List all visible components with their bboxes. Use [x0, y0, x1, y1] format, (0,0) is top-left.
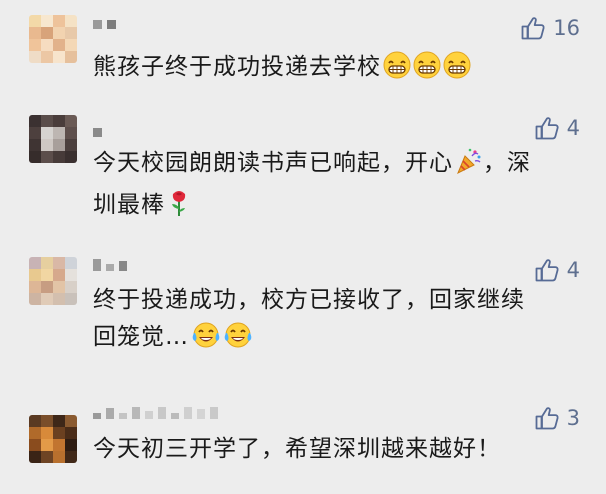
comment-text-line: 今天校园朗朗读书声已响起，开心 ，深 — [93, 145, 583, 187]
thumbs-up-icon — [535, 259, 559, 282]
comment-text-segment: ，深 — [483, 150, 531, 176]
comment-text: 熊孩子终于成功投递去学校 — [93, 49, 583, 91]
comment-text: 终于投递成功，校方已接收了，回家继续 回笼觉… — [93, 282, 583, 361]
comment-item: 3 今天初三开学了，希望深圳越来越好！ — [0, 405, 606, 475]
like-button[interactable]: 3 — [534, 405, 580, 431]
commenter-name — [93, 259, 127, 271]
comment-text-line: 圳最棒 — [93, 187, 583, 229]
comment-item: 4 今天校园朗朗读书声已响起，开心 ，深 圳最棒 — [0, 115, 606, 225]
comment-text-segment: 今天校园朗朗读书声已响起，开心 — [93, 150, 453, 176]
avatar[interactable] — [29, 15, 77, 63]
avatar[interactable] — [29, 115, 77, 163]
comment-item: 4 终于投递成功，校方已接收了，回家继续 回笼觉… — [0, 257, 606, 357]
commenter-name — [93, 125, 102, 137]
comment-list: 16 熊孩子终于成功投递去学校 4 今天校园朗朗读书声已响起，开心 ，深 圳最棒 — [0, 0, 606, 494]
comment-text-segment: 圳最棒 — [93, 192, 165, 218]
grin-icon — [383, 51, 411, 91]
comment-text: 今天校园朗朗读书声已响起，开心 ，深 圳最棒 — [93, 145, 583, 229]
tears-of-joy-icon — [223, 321, 253, 361]
comment-item: 16 熊孩子终于成功投递去学校 — [0, 15, 606, 95]
avatar[interactable] — [29, 415, 77, 463]
comment-text-segment: 回笼觉… — [93, 324, 189, 350]
rose-icon — [167, 189, 191, 229]
like-count: 4 — [566, 258, 580, 282]
thumbs-up-icon — [521, 17, 545, 40]
avatar[interactable] — [29, 257, 77, 305]
like-button[interactable]: 4 — [534, 115, 580, 141]
like-button[interactable]: 4 — [534, 257, 580, 283]
thumbs-up-icon — [535, 407, 559, 430]
like-count: 16 — [553, 16, 580, 40]
grin-icon — [443, 51, 471, 91]
tears-of-joy-icon — [191, 321, 221, 361]
like-count: 4 — [566, 116, 580, 140]
commenter-name — [93, 407, 218, 419]
like-button[interactable]: 16 — [520, 15, 580, 41]
comment-text-line: 终于投递成功，校方已接收了，回家继续 — [93, 287, 525, 313]
comment-text-line: 回笼觉… — [93, 319, 583, 361]
commenter-name — [93, 17, 116, 29]
like-count: 3 — [566, 406, 580, 430]
party-popper-icon — [455, 147, 483, 187]
comment-text: 今天初三开学了，希望深圳越来越好！ — [93, 436, 501, 462]
thumbs-up-icon — [535, 117, 559, 140]
grin-icon — [413, 51, 441, 91]
comment-text-segment: 熊孩子终于成功投递去学校 — [93, 54, 381, 80]
